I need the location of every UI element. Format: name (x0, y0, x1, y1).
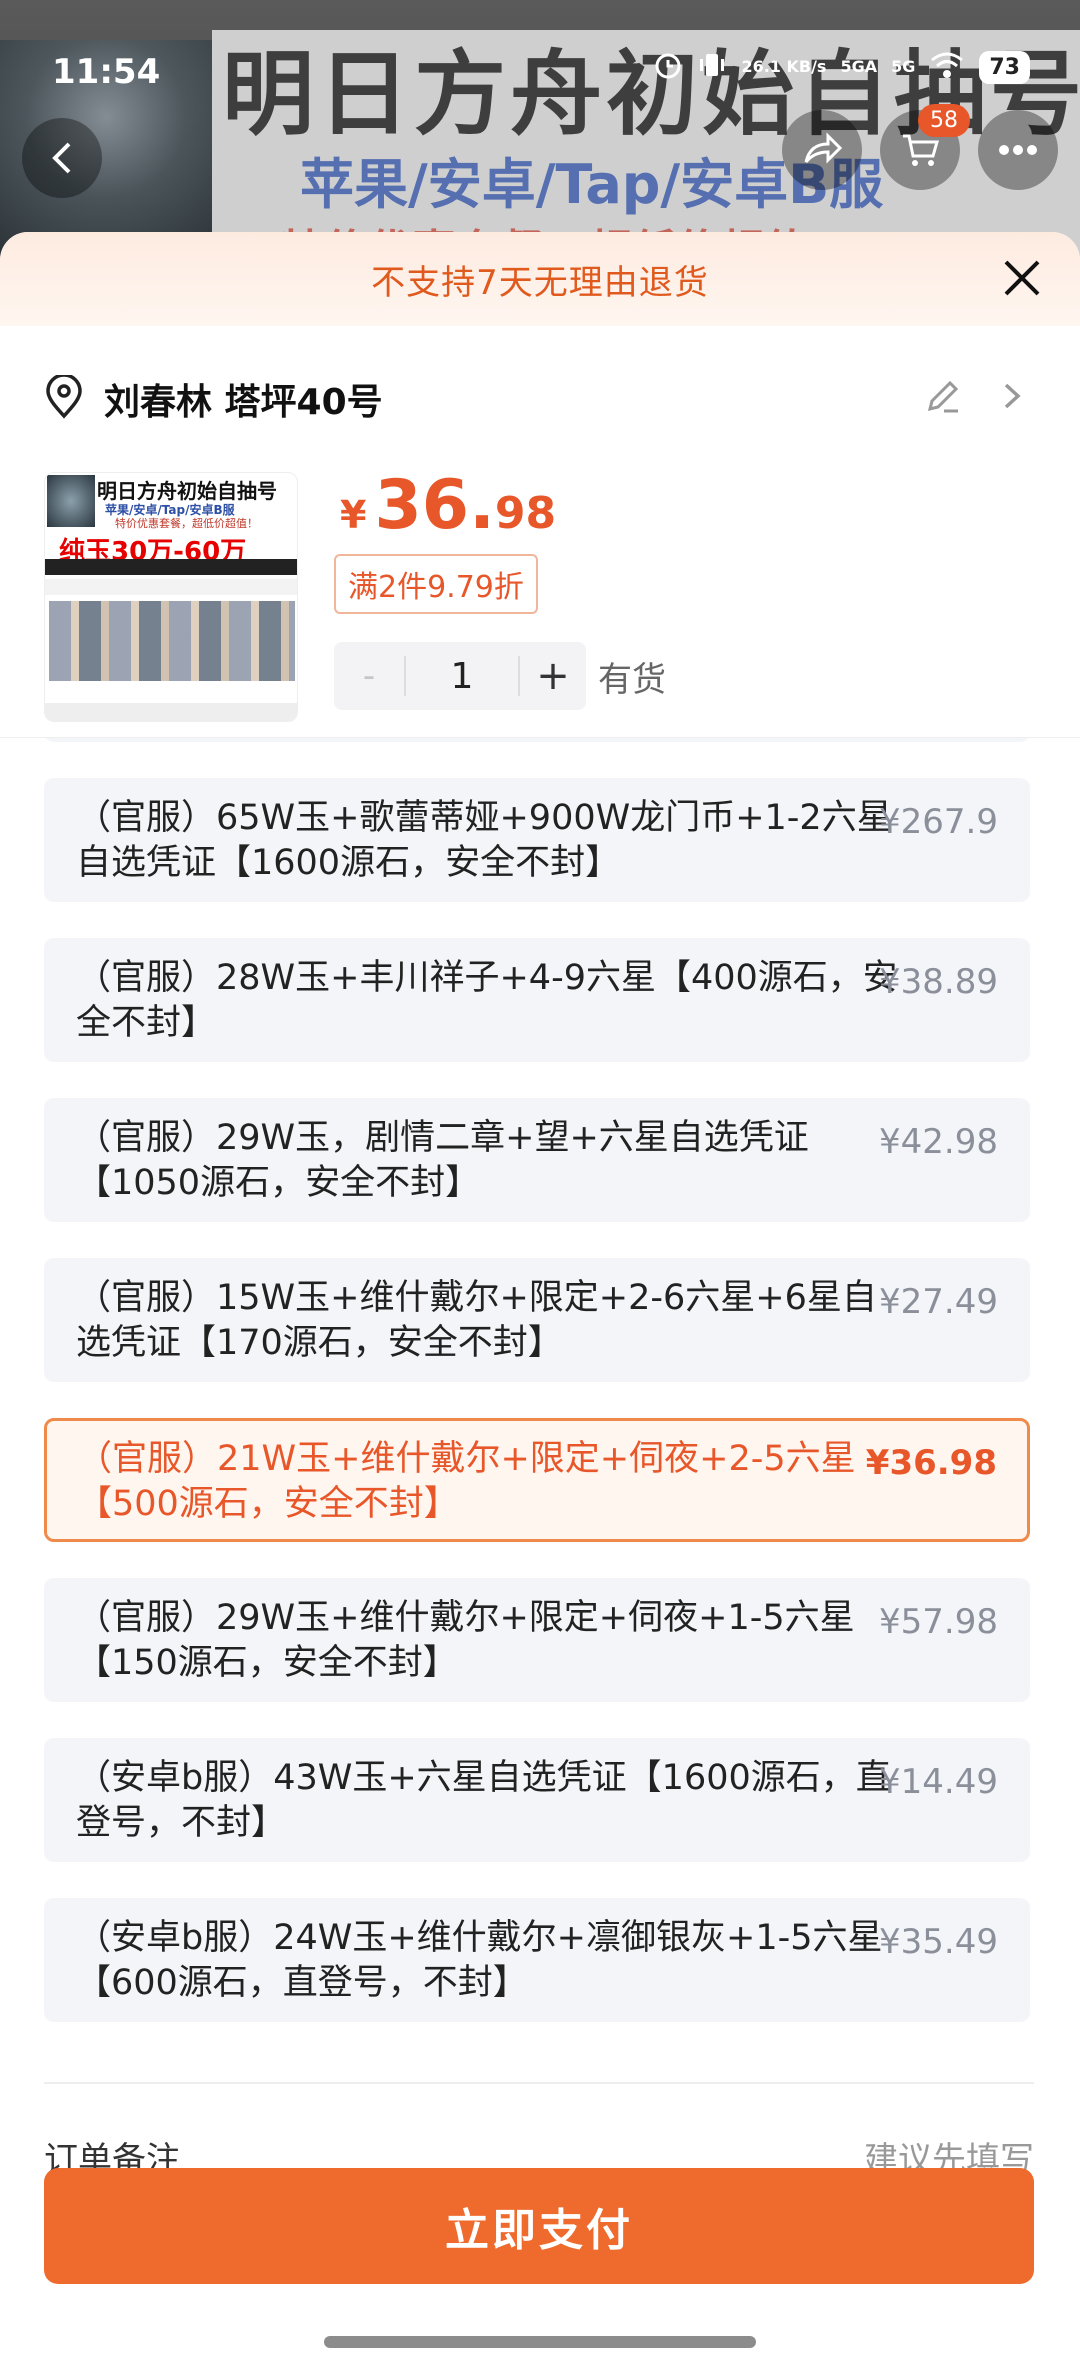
sku-option-price: ¥14.49 (879, 1762, 998, 1802)
status-icons: 26.1 KB/s 5GA 5G 73 (653, 50, 1030, 84)
price: ¥ 36. 98 (340, 466, 556, 545)
thumb-band (45, 703, 297, 721)
sku-option-text: （官服）28W玉+丰川祥子+4-9六星【400源石，安全不封】 (76, 958, 898, 1043)
sku-option[interactable]: （安卓b服）43W玉+六星自选凭证【1600源石，直登号，不封】 ¥14.49 (44, 1738, 1030, 1862)
top-nav-actions: 58 (782, 104, 1058, 190)
sku-option-price: ¥42.98 (879, 1122, 998, 1162)
wifi-icon (929, 50, 965, 84)
cart-button[interactable]: 58 (880, 104, 970, 190)
signal-5ga: 5GA (840, 57, 878, 76)
sku-option[interactable]: （安卓b服）24W玉+维什戴尔+凛御银灰+1-5六星【600源石，直登号，不封】… (44, 1898, 1030, 2022)
sku-option-price: ¥35.49 (879, 1922, 998, 1962)
cart-icon (903, 134, 939, 166)
sku-option[interactable]: （官服）29W玉，剧情二章+望+六星自选凭证【1050源石，安全不封】 ¥42.… (44, 1098, 1030, 1222)
section-divider (44, 2082, 1034, 2084)
sku-option-text: （官服）21W玉+维什戴尔+限定+伺夜+2-5六星【500源石，安全不封】 (77, 1439, 856, 1524)
sku-option[interactable]: （官服）15W玉+维什戴尔+限定+2-6六星+6星自选凭证【170源石，安全不封… (44, 1258, 1030, 1382)
thumb-subtitle-2: 特价优惠套餐，超低价超值！ (115, 517, 258, 530)
thumb-band (45, 579, 297, 595)
share-icon (804, 132, 842, 164)
return-policy-notice: 不支持7天无理由退货 (0, 232, 1080, 326)
thumb-band (45, 685, 297, 701)
signal-5g: 5G (891, 57, 916, 76)
quantity-stepper: - 1 + (334, 642, 586, 710)
thumb-band (45, 559, 297, 575)
price-decimal: 98 (494, 488, 557, 539)
sku-option-price: ¥267.9 (879, 802, 998, 842)
decrease-button[interactable]: - (334, 656, 404, 696)
discount-tag: 满2件9.79折 (334, 554, 538, 614)
thumb-character (47, 475, 95, 527)
more-dots-icon (999, 145, 1037, 155)
home-indicator[interactable] (324, 2336, 756, 2348)
sku-option[interactable]: （官服）28W玉+丰川祥子+4-9六星【400源石，安全不封】 ¥38.89 (44, 938, 1030, 1062)
close-icon[interactable] (1000, 256, 1044, 300)
share-button[interactable] (782, 110, 862, 190)
sku-selection-sheet: 不支持7天无理由退货 刘春林 塔坪40号 明日方舟初始自抽号 苹果/安卓/Tap… (0, 232, 1080, 2376)
sku-option-price: ¥36.98 (865, 1443, 997, 1483)
increase-button[interactable]: + (520, 653, 586, 699)
sku-option-text: （官服）65W玉+歌蕾蒂娅+900W龙门币+1-2六星自选凭证【1600源石，安… (76, 798, 892, 883)
pay-now-button[interactable]: 立即支付 (44, 2168, 1034, 2284)
product-thumbnail: 明日方舟初始自抽号 苹果/安卓/Tap/安卓B服 特价优惠套餐，超低价超值！ 纯… (44, 472, 298, 722)
address-row[interactable]: 刘春林 塔坪40号 (0, 357, 1080, 437)
quantity-value[interactable]: 1 (406, 656, 518, 697)
notice-text: 不支持7天无理由退货 (371, 262, 709, 303)
cart-count-badge: 58 (918, 104, 970, 137)
more-button[interactable] (978, 110, 1058, 190)
stock-status: 有货 (598, 660, 666, 700)
sku-option-selected[interactable]: （官服）21W玉+维什戴尔+限定+伺夜+2-5六星【500源石，安全不封】 ¥3… (44, 1418, 1030, 1542)
sku-option-price: ¥38.89 (879, 962, 998, 1002)
sku-option-price: ¥27.49 (879, 1282, 998, 1322)
back-button[interactable] (22, 118, 102, 198)
sku-option-text: （官服）15W玉+维什戴尔+限定+2-6六星+6星自选凭证【170源石，安全不封… (76, 1278, 877, 1363)
product-summary: 明日方舟初始自抽号 苹果/安卓/Tap/安卓B服 特价优惠套餐，超低价超值！ 纯… (0, 466, 1080, 727)
address-text: 刘春林 塔坪40号 (104, 382, 383, 423)
sku-option-text: （安卓b服）43W玉+六星自选凭证【1600源石，直登号，不封】 (76, 1758, 891, 1843)
alarm-icon (653, 50, 683, 84)
battery-indicator: 73 (979, 50, 1030, 84)
chevron-left-icon (52, 142, 71, 174)
sku-option-partial[interactable] (44, 738, 1030, 742)
sku-option-price: ¥57.98 (879, 1602, 998, 1642)
sku-option[interactable]: （官服）65W玉+歌蕾蒂娅+900W龙门币+1-2六星自选凭证【1600源石，安… (44, 778, 1030, 902)
sku-option-text: （官服）29W玉+维什戴尔+限定+伺夜+1-5六星【150源石，安全不封】 (76, 1598, 855, 1683)
sku-option-text: （官服）29W玉，剧情二章+望+六星自选凭证【1050源石，安全不封】 (76, 1118, 809, 1203)
sku-option-text: （安卓b服）24W玉+维什戴尔+凛御银灰+1-5六星【600源石，直登号，不封】 (76, 1918, 883, 2003)
sku-option-list[interactable]: （官服）65W玉+歌蕾蒂娅+900W龙门币+1-2六星自选凭证【1600源石，安… (0, 737, 1080, 2112)
thumb-title: 明日方舟初始自抽号 (97, 479, 277, 503)
sku-option[interactable]: （官服）29W玉+维什戴尔+限定+伺夜+1-5六星【150源石，安全不封】 ¥5… (44, 1578, 1030, 1702)
vibrate-icon (697, 50, 727, 84)
price-integer: 36. (374, 466, 495, 545)
price-symbol: ¥ (340, 493, 367, 537)
clock: 11:54 (52, 52, 161, 92)
chevron-right-icon[interactable] (996, 379, 1026, 413)
edit-icon[interactable] (924, 377, 962, 415)
thumb-operator-grid (49, 601, 295, 681)
network-speed: 26.1 KB/s (741, 57, 827, 76)
location-pin-icon (46, 375, 82, 419)
